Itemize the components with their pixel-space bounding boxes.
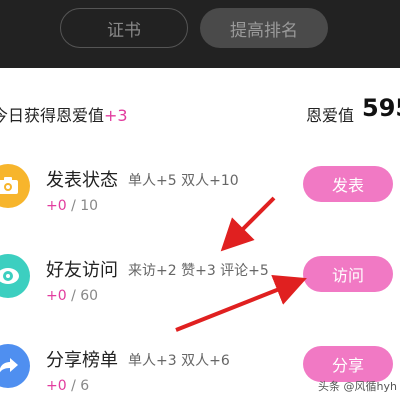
task-progress-gain: +0	[46, 198, 67, 214]
task-title: 好友访问	[46, 260, 118, 281]
share-arrow-icon	[0, 344, 30, 388]
today-score-label: 今日获得恩爱值	[0, 106, 105, 125]
eye-icon	[0, 254, 30, 298]
task-progress-gain: +0	[46, 378, 67, 394]
task-progress: +0 / 60	[46, 288, 98, 304]
task-progress-gain: +0	[46, 288, 67, 304]
task-progress-max: / 60	[71, 288, 99, 304]
score-row: 今日获得恩爱值+3 恩爱值 595	[0, 92, 400, 132]
task-progress: +0 / 6	[46, 378, 89, 394]
task-title: 发表状态	[46, 170, 118, 191]
camera-icon	[0, 164, 30, 208]
share-button[interactable]: 分享	[303, 346, 393, 382]
task-desc: 单人+3 双人+6	[128, 353, 230, 369]
task-desc: 来访+2 赞+3 评论+5	[128, 263, 269, 279]
watermark: 头条 @风循hyh	[318, 380, 397, 393]
task-progress: +0 / 10	[46, 198, 98, 214]
total-score-value: 595	[362, 94, 400, 122]
task-progress-max: / 6	[71, 378, 90, 394]
total-score-label: 恩爱值	[306, 106, 355, 125]
task-friend-visit: 好友访问 来访+2 赞+3 评论+5 +0 / 60 访问	[0, 250, 400, 320]
task-desc: 单人+5 双人+10	[128, 173, 239, 189]
task-post-status: 发表状态 单人+5 双人+10 +0 / 10 发表	[0, 160, 400, 230]
top-bar: 证书 提高排名	[0, 0, 400, 68]
today-score-gain: +3	[104, 106, 128, 125]
post-button[interactable]: 发表	[303, 166, 393, 202]
today-score: 今日获得恩爱值+3	[0, 102, 128, 126]
tab-certificate[interactable]: 证书	[60, 8, 188, 48]
visit-button[interactable]: 访问	[303, 256, 393, 292]
task-title: 分享榜单	[46, 350, 118, 371]
task-progress-max: / 10	[71, 198, 99, 214]
tab-improve-rank[interactable]: 提高排名	[200, 8, 328, 48]
